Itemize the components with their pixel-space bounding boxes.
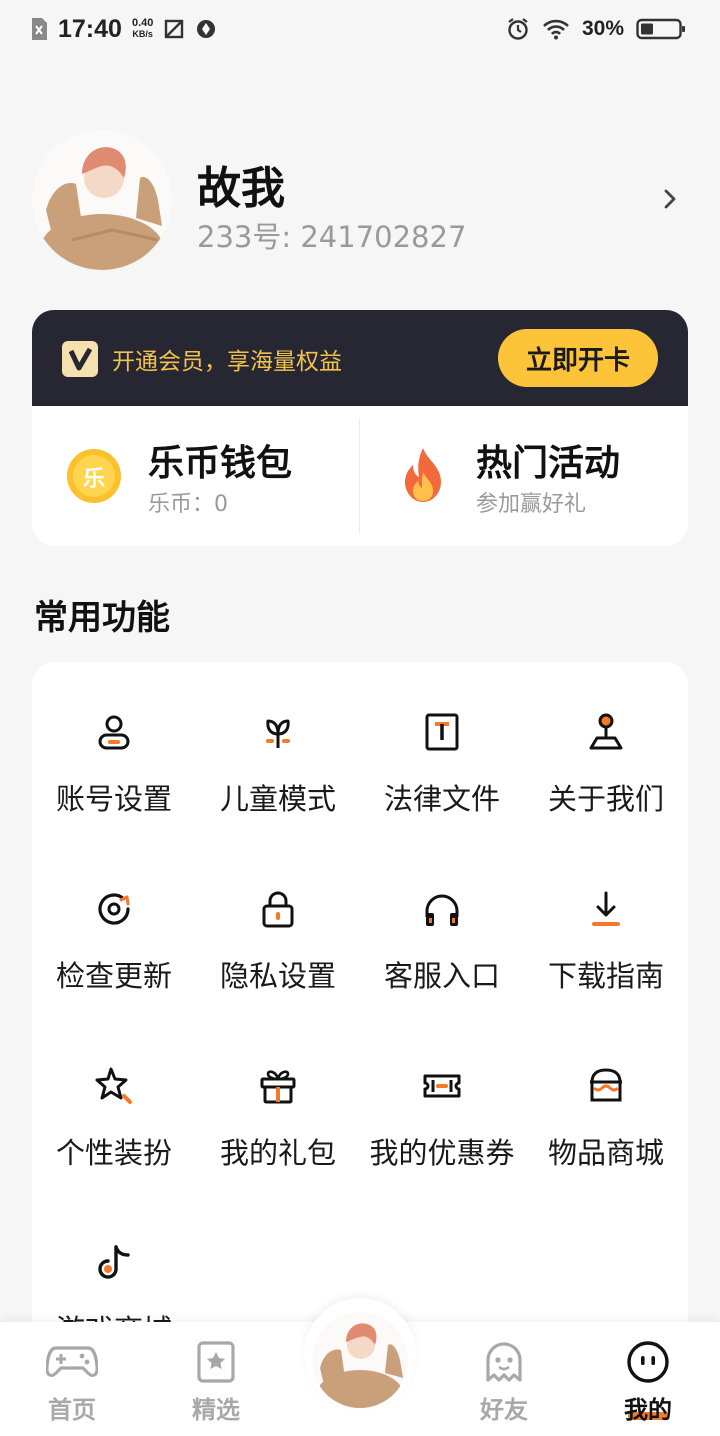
nav-mine[interactable]: 我的 bbox=[576, 1322, 720, 1436]
document-icon bbox=[425, 713, 459, 751]
item-store-item[interactable]: 物品商城 bbox=[524, 1016, 688, 1170]
ticket-icon bbox=[423, 1074, 461, 1098]
customer-service-item[interactable]: 客服入口 bbox=[360, 839, 524, 993]
nav-home[interactable]: 首页 bbox=[0, 1322, 144, 1436]
aperture-icon bbox=[197, 20, 216, 38]
account-settings-item[interactable]: 账号设置 bbox=[32, 662, 196, 816]
battery-icon bbox=[636, 18, 685, 40]
hot-activity-entry[interactable]: 热门活动 参加赢好礼 bbox=[360, 406, 688, 546]
network-speed: 0.40 KB/s bbox=[131, 17, 154, 40]
wallet-entry[interactable]: 乐 乐币钱包 乐币：0 bbox=[32, 406, 360, 546]
profile-header[interactable]: 故我 233号: 241702827 bbox=[32, 130, 688, 272]
sim-card-icon bbox=[32, 18, 47, 40]
username: 故我 bbox=[197, 163, 285, 214]
activity-title: 热门活动 bbox=[476, 443, 621, 484]
vip-promo-text: 开通会员，享海量权益 bbox=[112, 349, 342, 375]
user-icon bbox=[98, 715, 130, 750]
nav-friends-label: 好友 bbox=[480, 1396, 528, 1424]
check-update-item[interactable]: 检查更新 bbox=[32, 839, 196, 993]
kids-mode-item[interactable]: 儿童模式 bbox=[196, 662, 360, 816]
download-icon bbox=[592, 891, 620, 926]
nav-home-label: 首页 bbox=[48, 1396, 96, 1424]
download-guide-item[interactable]: 下载指南 bbox=[524, 839, 688, 993]
nav-friends[interactable]: 好友 bbox=[432, 1322, 576, 1436]
my-coupons-item[interactable]: 我的优惠券 bbox=[360, 1016, 524, 1170]
open-membership-button[interactable]: 立即开卡 bbox=[498, 329, 658, 387]
ghost-icon bbox=[486, 1342, 522, 1382]
personal-dressup-item[interactable]: 个性装扮 bbox=[32, 1016, 196, 1170]
gift-icon bbox=[260, 1070, 296, 1104]
sprout-icon bbox=[266, 719, 290, 748]
status-bar: 17:40 0.40 KB/s 30% bbox=[0, 0, 720, 58]
battery-percentage: 30% bbox=[581, 17, 624, 40]
avatar bbox=[312, 1312, 408, 1408]
privacy-settings-item[interactable]: 隐私设置 bbox=[196, 839, 360, 993]
function-grid: 账号设置 儿童模式 法律文件 关于我们 检查更新 隐私设置 客服入口 下载指南 … bbox=[32, 662, 688, 1362]
wifi-icon bbox=[543, 19, 569, 40]
about-us-item[interactable]: 关于我们 bbox=[524, 662, 688, 816]
legal-documents-item[interactable]: 法律文件 bbox=[360, 662, 524, 816]
star-icon bbox=[95, 1067, 132, 1104]
membership-card: 开通会员，享海量权益 立即开卡 乐 乐币钱包 乐币：0 热门活动 参加赢好礼 bbox=[32, 310, 688, 546]
nav-featured-label: 精选 bbox=[192, 1396, 240, 1424]
face-icon bbox=[627, 1341, 669, 1383]
alarm-icon bbox=[508, 18, 528, 40]
joystick-icon bbox=[589, 713, 623, 750]
section-title: 常用功能 bbox=[34, 598, 170, 638]
status-time: 17:40 bbox=[58, 14, 122, 43]
coin-glyph: 乐 bbox=[82, 467, 105, 492]
wallet-title: 乐币钱包 bbox=[148, 443, 293, 484]
headphones-icon bbox=[425, 894, 459, 926]
refresh-icon bbox=[98, 893, 130, 925]
nav-featured[interactable]: 精选 bbox=[144, 1322, 288, 1436]
fire-icon bbox=[405, 448, 441, 502]
wallet-balance: 乐币：0 bbox=[148, 492, 228, 517]
user-id: 233号: 241702827 bbox=[197, 220, 467, 254]
store-icon bbox=[590, 1068, 622, 1102]
chevron-right-icon[interactable] bbox=[660, 186, 680, 212]
my-gift-pack-item[interactable]: 我的礼包 bbox=[196, 1016, 360, 1170]
nav-center-avatar-button[interactable] bbox=[304, 1298, 416, 1410]
screenshot-icon bbox=[165, 19, 184, 39]
activity-subtitle: 参加赢好礼 bbox=[476, 492, 587, 517]
game-store-item[interactable]: 游戏商城 bbox=[32, 1193, 196, 1347]
lock-icon bbox=[262, 891, 294, 928]
avatar[interactable] bbox=[32, 130, 172, 270]
gamepad-icon bbox=[46, 1346, 98, 1377]
nav-mine-label: 我的 bbox=[624, 1396, 672, 1424]
music-note-icon bbox=[98, 1245, 130, 1279]
vip-logo-icon bbox=[62, 341, 98, 377]
bookmark-star-icon bbox=[197, 1341, 235, 1383]
vip-banner[interactable]: 开通会员，享海量权益 立即开卡 bbox=[32, 310, 688, 406]
